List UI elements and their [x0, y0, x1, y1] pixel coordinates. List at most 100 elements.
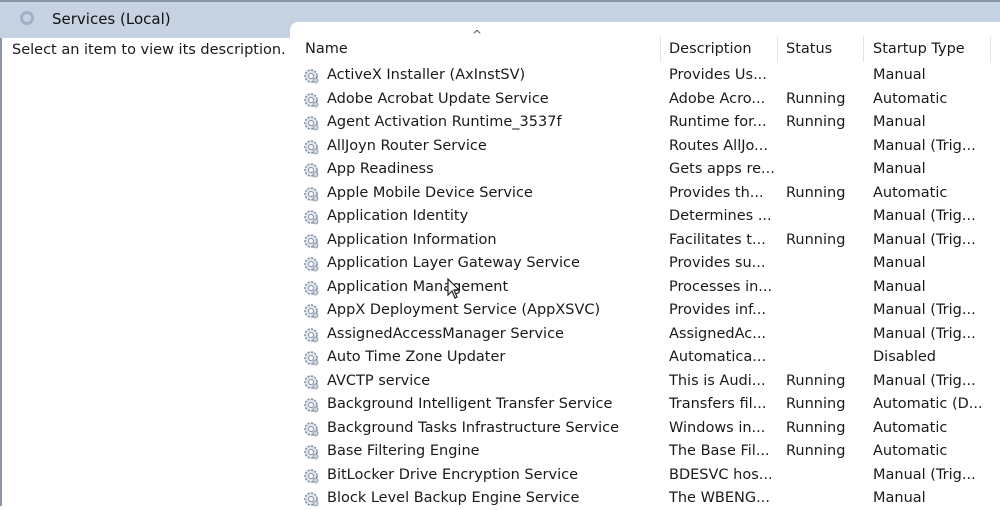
column-divider[interactable]: [777, 36, 778, 62]
service-name: Application Layer Gateway Service: [327, 255, 580, 271]
service-row[interactable]: AppX Deployment Service (AppXSVC) Provide…: [300, 299, 1000, 322]
service-gear-icon: [304, 374, 319, 389]
service-gear-icon: [304, 257, 319, 272]
service-gear-icon: [304, 468, 319, 483]
service-startup-type: Manual (Trig...: [873, 137, 976, 154]
service-row[interactable]: Application Information Facilitates t... R…: [300, 229, 1000, 252]
service-name: App Readiness: [327, 161, 434, 177]
service-name: AllJoyn Router Service: [327, 137, 487, 154]
service-startup-type: Automatic: [873, 419, 948, 436]
service-gear-icon: [304, 139, 319, 154]
service-row[interactable]: Background Intelligent Transfer Service T…: [300, 393, 1000, 416]
service-startup-type: Manual: [873, 490, 926, 506]
services-gear-icon: [20, 11, 34, 25]
column-divider[interactable]: [863, 36, 864, 62]
service-startup-type: Manual (Trig...: [873, 208, 976, 224]
service-name: Apple Mobile Device Service: [327, 184, 533, 201]
service-gear-icon: [304, 280, 319, 295]
service-status: Running: [786, 443, 846, 459]
service-description: The Base Fil...: [669, 443, 770, 459]
service-description: Provides inf...: [669, 302, 766, 318]
service-name: AVCTP service: [327, 372, 431, 389]
service-row[interactable]: AssignedAccessManager Service AssignedAc.…: [300, 323, 1000, 346]
service-gear-icon: [304, 492, 319, 507]
column-header-status[interactable]: Status: [786, 38, 832, 62]
service-name: Agent Activation Runtime_3537f: [327, 114, 562, 130]
service-gear-icon: [304, 233, 319, 248]
service-status: Running: [786, 114, 846, 130]
service-row[interactable]: Base Filtering Engine The Base Fil... Runn…: [300, 440, 1000, 463]
service-row[interactable]: BitLocker Drive Encryption Service BDESVC…: [300, 464, 1000, 487]
service-status: Running: [786, 90, 846, 107]
service-description: Adobe Acro...: [669, 90, 766, 107]
service-description: The WBENG...: [669, 490, 770, 506]
service-row[interactable]: Background Tasks Infrastructure Service W…: [300, 417, 1000, 440]
service-name: Block Level Backup Engine Service: [327, 490, 580, 506]
service-name: AppX Deployment Service (AppXSVC): [327, 302, 601, 318]
service-description: Determines ...: [669, 208, 772, 224]
service-name: Adobe Acrobat Update Service: [327, 90, 549, 107]
column-header-description[interactable]: Description: [669, 38, 752, 62]
service-name: BitLocker Drive Encryption Service: [327, 466, 579, 483]
service-name: Application Information: [327, 231, 497, 248]
service-startup-type: Manual: [873, 255, 926, 271]
service-row[interactable]: Application Layer Gateway Service Provide…: [300, 252, 1000, 275]
service-startup-type: Automatic: [873, 184, 948, 201]
service-row[interactable]: Application Management Processes in... Man…: [300, 276, 1000, 299]
header-title: Services (Local): [52, 10, 171, 28]
service-startup-type: Manual: [873, 67, 926, 83]
description-pane: Select an item to view its description.: [0, 38, 290, 506]
service-status: Running: [786, 231, 846, 248]
service-row[interactable]: Block Level Backup Engine Service The WBE…: [300, 487, 1000, 510]
service-gear-icon: [304, 69, 319, 84]
service-startup-type: Manual (Trig...: [873, 372, 976, 389]
service-row[interactable]: Agent Activation Runtime_3537f Runtime fo…: [300, 111, 1000, 134]
sort-ascending-icon: ^: [472, 28, 483, 42]
column-divider[interactable]: [660, 36, 661, 62]
service-description: This is Audi...: [669, 372, 766, 389]
description-text: Select an item to view its description.: [12, 42, 286, 58]
service-description: Automatica...: [669, 349, 767, 365]
service-description: Transfers fil...: [669, 396, 767, 412]
service-row[interactable]: Adobe Acrobat Update Service Adobe Acro..…: [300, 88, 1000, 111]
service-gear-icon: [304, 398, 319, 413]
service-name: Base Filtering Engine: [327, 443, 480, 459]
service-description: Runtime for...: [669, 114, 767, 130]
column-header-name[interactable]: Name: [305, 38, 348, 62]
service-gear-icon: [304, 116, 319, 131]
service-row[interactable]: App Readiness Gets apps re... Manual: [300, 158, 1000, 181]
service-gear-icon: [304, 351, 319, 366]
service-status: Running: [786, 372, 846, 389]
service-row[interactable]: ActiveX Installer (AxInstSV) Provides Us.…: [300, 64, 1000, 87]
service-description: Provides su...: [669, 255, 766, 271]
column-divider[interactable]: [990, 36, 991, 62]
service-startup-type: Automatic: [873, 443, 948, 459]
service-gear-icon: [304, 445, 319, 460]
service-status: Running: [786, 396, 846, 412]
service-status: Running: [786, 184, 846, 201]
service-startup-type: Manual (Trig...: [873, 466, 976, 483]
service-row[interactable]: AllJoyn Router Service Routes AllJo... Man…: [300, 135, 1000, 158]
service-description: Windows in...: [669, 419, 766, 436]
service-description: Routes AllJo...: [669, 137, 768, 154]
service-name: Application Management: [327, 278, 509, 295]
service-description: Processes in...: [669, 278, 773, 295]
service-row[interactable]: Auto Time Zone Updater Automatica... Disab…: [300, 346, 1000, 369]
column-header-startup-type[interactable]: Startup Type: [873, 38, 965, 62]
service-row[interactable]: AVCTP service This is Audi... Running Manua…: [300, 370, 1000, 393]
service-description: Gets apps re...: [669, 161, 775, 177]
service-name: Auto Time Zone Updater: [327, 349, 506, 365]
service-name: AssignedAccessManager Service: [327, 325, 564, 342]
service-gear-icon: [304, 210, 319, 225]
service-startup-type: Manual: [873, 278, 926, 295]
service-row[interactable]: Apple Mobile Device Service Provides th..…: [300, 182, 1000, 205]
service-description: BDESVC hos...: [669, 466, 773, 483]
service-description: Facilitates t...: [669, 231, 766, 248]
service-row[interactable]: Application Identity Determines ... Manual…: [300, 205, 1000, 228]
service-gear-icon: [304, 421, 319, 436]
service-startup-type: Manual (Trig...: [873, 325, 976, 342]
service-description: Provides th...: [669, 184, 764, 201]
service-name: ActiveX Installer (AxInstSV): [327, 67, 526, 83]
service-name: Background Intelligent Transfer Service: [327, 396, 613, 412]
service-startup-type: Manual: [873, 161, 926, 177]
